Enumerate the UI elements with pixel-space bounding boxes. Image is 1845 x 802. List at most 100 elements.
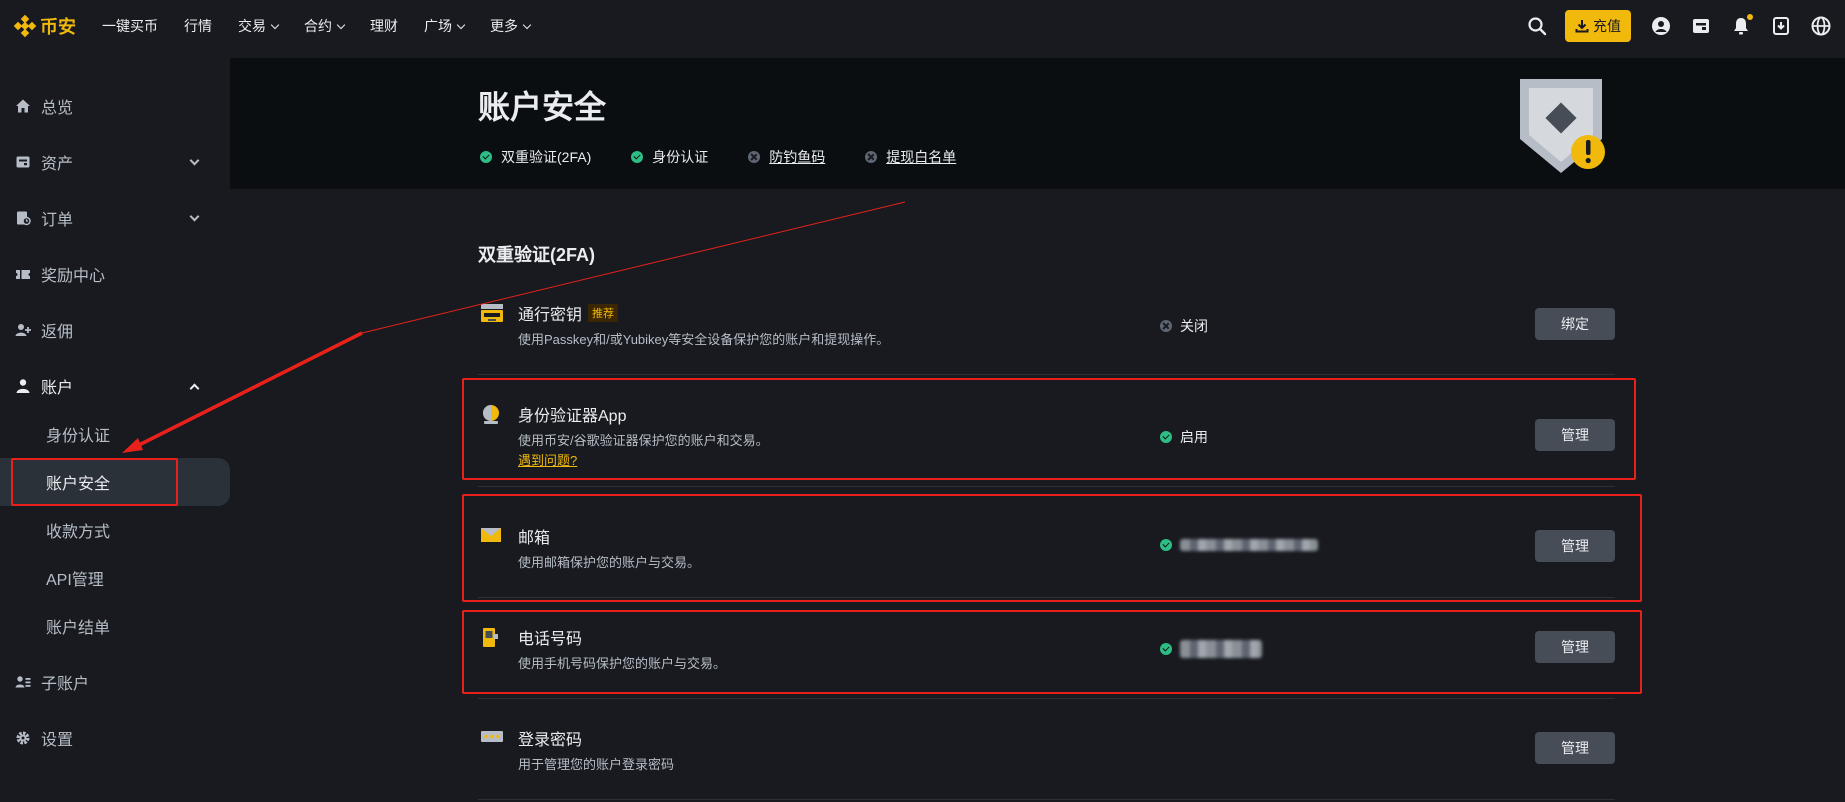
wallet-icon[interactable] xyxy=(1691,16,1711,36)
sidebar-subitem-identity[interactable]: 身份认证 xyxy=(0,410,230,458)
nav-earn[interactable]: 理财 xyxy=(370,16,398,36)
download-icon xyxy=(1575,20,1589,33)
nav-buy-crypto[interactable]: 一键买币 xyxy=(102,16,158,36)
status-identity: 身份认证 xyxy=(631,147,708,167)
status-anti-phishing[interactable]: 防钓鱼码 xyxy=(748,147,825,167)
sidebar-item-orders[interactable]: 订单 xyxy=(0,194,230,242)
row-title-text: 通行密钥 xyxy=(518,307,583,324)
phone-icon xyxy=(480,627,502,647)
nav-label: 广场 xyxy=(424,18,452,34)
row-phone: 电话号码 使用手机号码保护您的账户与交易。 管理 xyxy=(478,623,1615,683)
sidebar-item-label: 奖励中心 xyxy=(41,268,106,285)
sidebar-item-label: 账户 xyxy=(41,380,74,397)
nav-markets[interactable]: 行情 xyxy=(184,16,212,36)
divider xyxy=(478,486,1615,487)
row-title: 通行密钥 推荐 xyxy=(518,301,619,325)
chevron-up-icon xyxy=(189,383,200,394)
page-title: 账户安全 xyxy=(478,89,607,125)
deposit-label: 充值 xyxy=(1593,18,1621,34)
deposit-button[interactable]: 充值 xyxy=(1565,10,1631,42)
row-title: 邮箱 xyxy=(518,530,551,547)
security-status-summary: 双重验证(2FA) 身份认证 防钓鱼码 提现白名单 xyxy=(480,147,996,167)
bind-passkey-button[interactable]: 绑定 xyxy=(1535,308,1615,340)
row-status xyxy=(1160,539,1318,551)
nav-label: 行情 xyxy=(184,18,212,34)
sidebar-subitem-label: 账户结单 xyxy=(46,620,111,637)
notification-bell-icon[interactable] xyxy=(1731,14,1753,36)
status-withdraw-whitelist[interactable]: 提现白名单 xyxy=(865,147,956,167)
nav-label: 理财 xyxy=(370,18,398,34)
chevron-down-icon xyxy=(189,155,200,166)
sidebar-item-referral[interactable]: 返佣 xyxy=(0,306,230,354)
ticket-icon xyxy=(15,266,31,282)
row-status-text: 启用 xyxy=(1180,429,1208,445)
download-app-icon[interactable] xyxy=(1771,16,1791,36)
sidebar-item-overview[interactable]: 总览 xyxy=(0,82,230,130)
check-circle-icon xyxy=(1160,431,1172,443)
row-login-password: 登录密码 用于管理您的账户登录密码 管理 xyxy=(478,724,1615,784)
manage-authenticator-button[interactable]: 管理 xyxy=(1535,419,1615,451)
sidebar-subitem-account-security[interactable]: 账户安全 xyxy=(0,458,230,506)
sidebar-item-account[interactable]: 账户 xyxy=(0,362,230,410)
nav-futures[interactable]: 合约 xyxy=(304,16,346,36)
user-icon xyxy=(15,378,31,394)
sidebar-subitem-api[interactable]: API管理 xyxy=(0,554,230,602)
orders-icon xyxy=(15,210,31,226)
email-icon xyxy=(480,526,502,544)
row-description: 使用Passkey和/或Yubikey等安全设备保护您的账户和提现操作。 xyxy=(518,332,890,347)
sidebar-item-label: 返佣 xyxy=(41,324,74,341)
sub-account-icon xyxy=(15,674,31,690)
nav-more[interactable]: 更多 xyxy=(490,16,532,36)
row-description: 使用币安/谷歌验证器保护您的账户和交易。 xyxy=(518,433,769,448)
binance-logo-icon xyxy=(13,14,37,38)
row-description: 使用邮箱保护您的账户与交易。 xyxy=(518,555,701,570)
sidebar-item-subaccount[interactable]: 子账户 xyxy=(0,658,230,706)
row-authenticator-app: 身份验证器App 使用币安/谷歌验证器保护您的账户和交易。 遇到问题? 启用 管… xyxy=(478,400,1615,470)
top-navigation: 币安 一键买币 行情 交易 合约 理财 广场 更多 充值 xyxy=(0,0,1845,52)
sidebar-subitem-label: 收款方式 xyxy=(46,524,111,541)
nav-label: 交易 xyxy=(238,18,266,34)
nav-label: 更多 xyxy=(490,18,518,34)
row-passkey: 通行密钥 推荐 使用Passkey和/或Yubikey等安全设备保护您的账户和提现… xyxy=(478,299,1615,359)
row-description: 用于管理您的账户登录密码 xyxy=(518,757,675,772)
row-status: 启用 xyxy=(1160,427,1208,447)
sidebar-subitem-label: 账户安全 xyxy=(46,476,111,493)
x-circle-icon xyxy=(865,151,878,163)
row-email: 邮箱 使用邮箱保护您的账户与交易。 管理 xyxy=(478,522,1615,582)
profile-icon[interactable] xyxy=(1651,16,1671,36)
sidebar-subitem-payment[interactable]: 收款方式 xyxy=(0,506,230,554)
language-globe-icon[interactable] xyxy=(1811,16,1831,36)
search-icon[interactable] xyxy=(1527,16,1547,36)
brand-name: 币安 xyxy=(40,17,76,37)
sidebar-subitem-statement[interactable]: 账户结单 xyxy=(0,602,230,650)
trouble-link[interactable]: 遇到问题? xyxy=(518,450,577,469)
brand-logo[interactable]: 币安 xyxy=(13,13,76,39)
home-icon xyxy=(15,98,31,114)
authenticator-icon xyxy=(480,404,502,424)
sidebar-item-label: 总览 xyxy=(41,100,74,117)
status-label: 双重验证(2FA) xyxy=(501,149,592,165)
manage-phone-button[interactable]: 管理 xyxy=(1535,631,1615,663)
sidebar-item-label: 子账户 xyxy=(41,676,90,693)
passkey-icon xyxy=(480,303,503,322)
x-circle-icon xyxy=(748,151,761,163)
x-circle-icon xyxy=(1160,320,1172,332)
divider xyxy=(478,799,1615,800)
manage-email-button[interactable]: 管理 xyxy=(1535,530,1615,562)
row-status xyxy=(1160,640,1262,658)
sidebar-subitem-label: 身份认证 xyxy=(46,428,111,445)
check-circle-icon xyxy=(480,151,492,163)
nav-square[interactable]: 广场 xyxy=(424,16,466,36)
sidebar: 总览 资产 订单 奖励中心 返佣 账户 身份认证 账户安全 收款方式 API管理… xyxy=(0,52,230,802)
chevron-down-icon xyxy=(456,20,466,29)
sidebar-item-settings[interactable]: 设置 xyxy=(0,714,230,762)
status-2fa: 双重验证(2FA) xyxy=(480,147,591,167)
sidebar-item-rewards[interactable]: 奖励中心 xyxy=(0,250,230,298)
status-label: 身份认证 xyxy=(652,149,709,165)
status-label: 提现白名单 xyxy=(886,149,957,165)
manage-password-button[interactable]: 管理 xyxy=(1535,732,1615,764)
chevron-down-icon xyxy=(270,20,280,29)
sidebar-item-label: 设置 xyxy=(41,732,74,749)
sidebar-item-assets[interactable]: 资产 xyxy=(0,138,230,186)
nav-trade[interactable]: 交易 xyxy=(238,16,280,36)
